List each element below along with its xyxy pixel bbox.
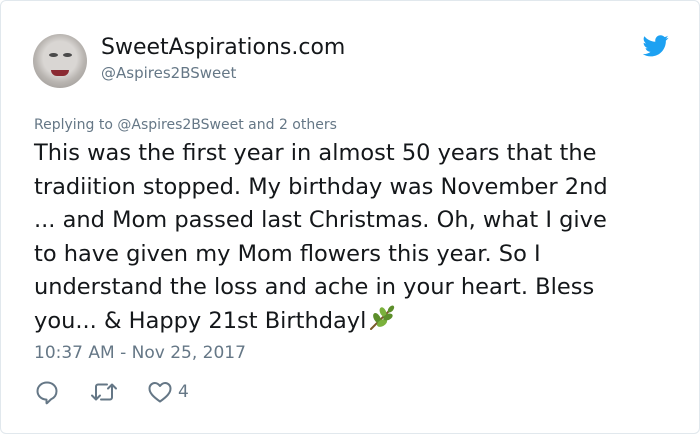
replying-to[interactable]: Replying to @Aspires2BSweet and 2 others xyxy=(34,116,337,134)
author-handle[interactable]: @Aspires2BSweet xyxy=(101,63,236,83)
tweet-body: This was the first year in almost 50 yea… xyxy=(34,137,674,338)
reply-button[interactable] xyxy=(34,377,60,407)
retweet-icon xyxy=(91,383,117,401)
tweet-timestamp[interactable]: 10:37 AM - Nov 25, 2017 xyxy=(34,342,246,364)
leaf-branch-icon xyxy=(370,305,395,330)
avatar-eye xyxy=(49,53,58,57)
tweet-card: SweetAspirations.com @Aspires2BSweet Rep… xyxy=(0,0,700,434)
twitter-bird-icon[interactable] xyxy=(643,35,669,57)
avatar-mouth xyxy=(51,70,69,76)
author-display-name[interactable]: SweetAspirations.com xyxy=(101,35,345,61)
tweet-actions: 4 xyxy=(34,377,334,407)
avatar[interactable] xyxy=(33,34,87,88)
avatar-eye xyxy=(63,53,72,57)
like-count: 4 xyxy=(178,382,189,402)
tweet-text: This was the first year in almost 50 yea… xyxy=(34,140,608,334)
like-icon xyxy=(148,382,172,403)
retweet-button[interactable] xyxy=(89,377,119,407)
like-button[interactable]: 4 xyxy=(147,377,189,407)
reply-icon xyxy=(36,381,58,405)
